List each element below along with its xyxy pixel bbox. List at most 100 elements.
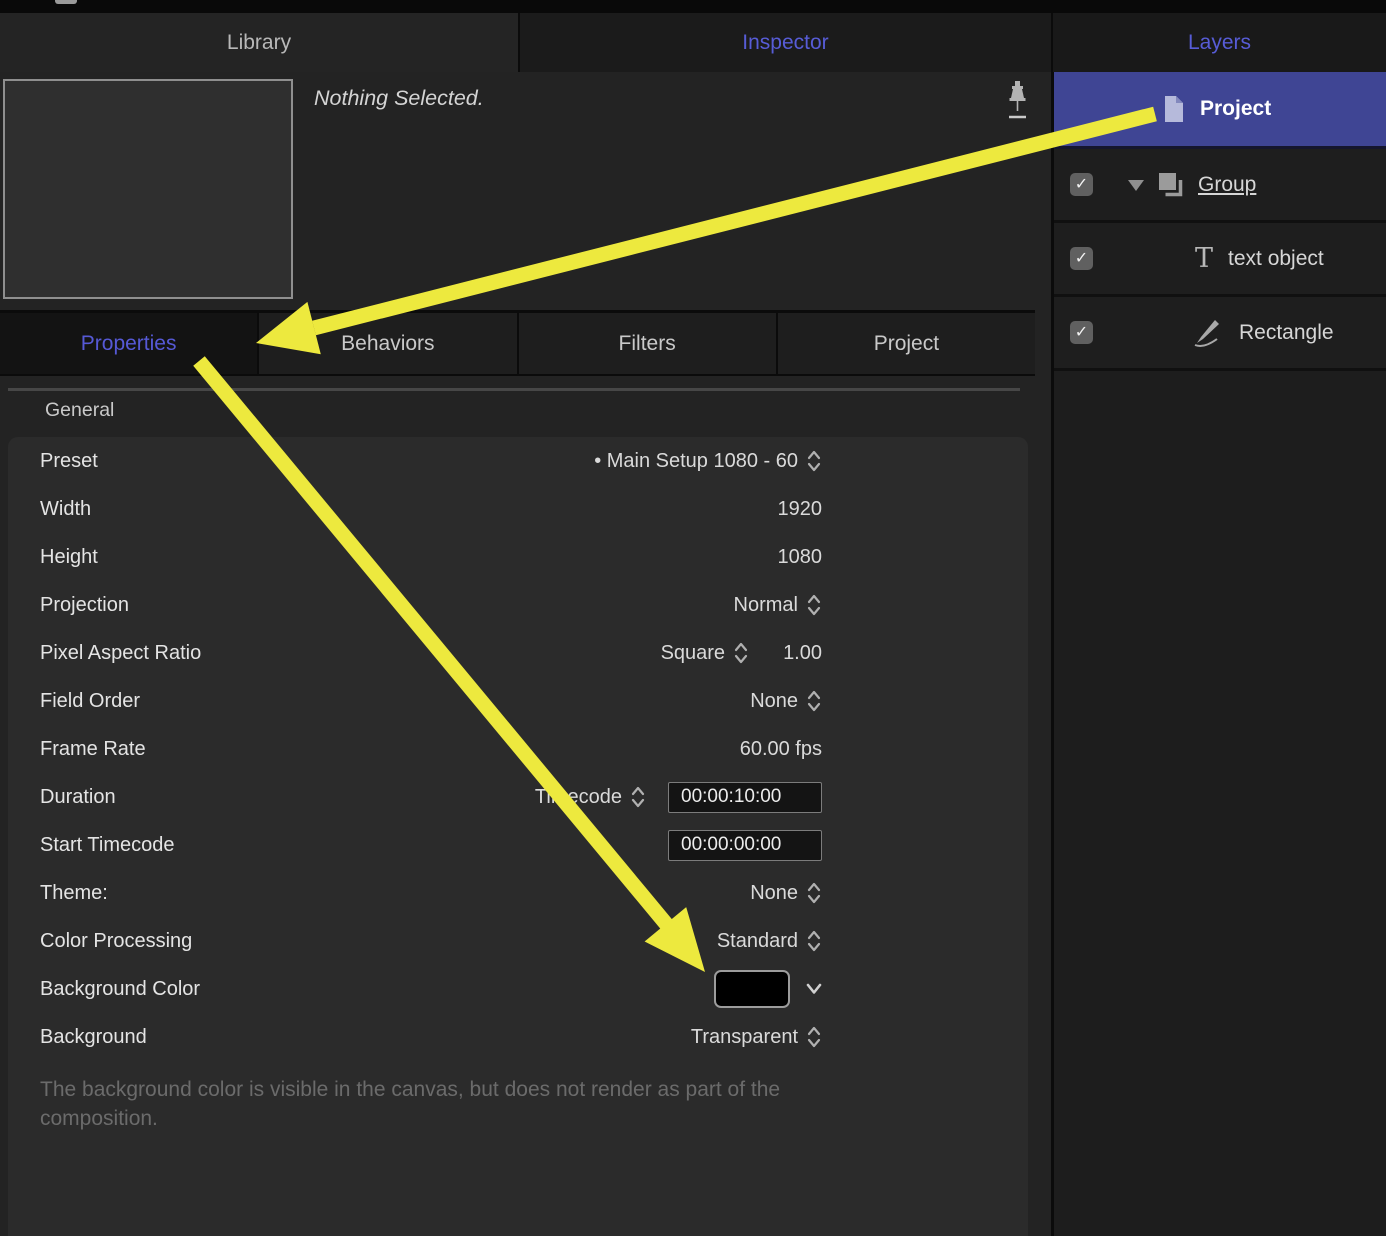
projection-label: Projection: [40, 593, 129, 616]
preset-label: Preset: [40, 449, 98, 472]
background-value: Transparent: [690, 1025, 798, 1048]
tab-project-label: Project: [873, 331, 940, 355]
start-timecode-row: Start Timecode: [8, 821, 1028, 869]
window-control-fragment: [55, 0, 77, 4]
section-divider: [8, 388, 1020, 391]
projection-value: Normal: [733, 593, 798, 616]
tab-layers-label: Layers: [1187, 30, 1252, 54]
layer-label-project: Project: [1200, 97, 1272, 120]
duration-mode-value: Timecode: [534, 785, 622, 808]
duration-timecode-field[interactable]: [668, 781, 822, 813]
layers-panel: Project Group T text object: [1054, 72, 1386, 1236]
duration-label: Duration: [40, 785, 116, 808]
stepper-icon: [806, 1024, 822, 1050]
color-disclosure-button[interactable]: [806, 983, 822, 995]
color-processing-value: Standard: [716, 929, 798, 952]
start-timecode-label: Start Timecode: [40, 833, 175, 856]
stepper-icon: [806, 688, 822, 714]
layer-label-rectangle: Rectangle: [1239, 320, 1334, 344]
tab-filters-label: Filters: [618, 331, 676, 355]
stepper-icon: [806, 592, 822, 618]
field-order-label: Field Order: [40, 689, 141, 712]
pixel-aspect-ratio-number: 1.00: [783, 641, 822, 664]
preset-popup[interactable]: • Main Setup 1080 - 60: [594, 448, 822, 474]
tab-layers[interactable]: Layers: [1053, 13, 1386, 72]
pixel-aspect-ratio-label: Pixel Aspect Ratio: [40, 641, 202, 664]
background-note: The background color is visible in the c…: [40, 1078, 781, 1130]
tab-inspector-label: Inspector: [742, 30, 829, 54]
pin-button[interactable]: [1000, 80, 1034, 128]
field-order-value: None: [750, 689, 798, 712]
stepper-icon: [630, 784, 646, 810]
pushpin-icon: [1009, 81, 1026, 119]
height-value: 1080: [777, 545, 823, 568]
rectangle-visibility-checkbox[interactable]: [1070, 321, 1093, 344]
tab-behaviors[interactable]: Behaviors: [259, 313, 517, 374]
field-order-popup[interactable]: None: [750, 688, 822, 714]
height-label: Height: [40, 545, 98, 568]
tab-library-label: Library: [226, 30, 292, 54]
color-processing-row: Color Processing Standard: [8, 917, 1028, 965]
tab-behaviors-label: Behaviors: [341, 331, 435, 355]
theme-popup[interactable]: None: [750, 880, 822, 906]
preview-thumbnail: [3, 79, 293, 299]
stepper-icon: [806, 928, 822, 954]
inspector-tab-bar: Properties Behaviors Filters Project: [0, 310, 1035, 376]
layer-row-group[interactable]: Group: [1054, 149, 1386, 223]
frame-rate-row: Frame Rate 60.00 fps: [8, 725, 1028, 773]
stepper-icon: [806, 880, 822, 906]
group-icon: [1158, 172, 1186, 198]
window-top-strip: [0, 0, 1386, 13]
inspector-panel: Nothing Selected. Properties Behaviors F…: [0, 72, 1051, 1236]
stepper-icon: [733, 640, 749, 666]
section-title: General: [45, 399, 115, 421]
layer-label-group: Group: [1198, 172, 1257, 196]
tab-project[interactable]: Project: [777, 313, 1035, 374]
layer-row-project[interactable]: Project: [1054, 72, 1386, 149]
tab-properties-label: Properties: [80, 331, 177, 355]
duration-mode-popup[interactable]: Timecode: [535, 784, 646, 810]
background-color-label: Background Color: [40, 977, 201, 1000]
layer-row-text-object[interactable]: T text object: [1054, 223, 1386, 297]
tab-inspector[interactable]: Inspector: [520, 13, 1051, 72]
height-row: Height 1080: [8, 533, 1028, 581]
projection-row: Projection Normal: [8, 581, 1028, 629]
background-color-swatch[interactable]: [714, 970, 790, 1008]
pixel-aspect-ratio-row: Pixel Aspect Ratio Square 1.00: [8, 629, 1028, 677]
tab-library[interactable]: Library: [0, 13, 518, 72]
duration-row: Duration Timecode: [8, 773, 1028, 821]
text-icon: T: [1195, 243, 1214, 274]
layer-label-text-object: text object: [1228, 246, 1324, 270]
layer-row-rectangle[interactable]: Rectangle: [1054, 297, 1386, 371]
motion-inspector-window: Library Inspector Layers Nothing Selecte…: [0, 0, 1386, 1236]
paintbrush-icon: [1191, 318, 1223, 348]
pixel-aspect-ratio-popup[interactable]: Square: [661, 640, 750, 666]
start-timecode-field[interactable]: [668, 829, 822, 861]
tab-filters[interactable]: Filters: [518, 313, 776, 374]
width-label: Width: [40, 497, 92, 520]
chevron-down-icon: [806, 983, 822, 994]
background-label: Background: [40, 1025, 147, 1048]
selection-status: Nothing Selected.: [314, 86, 484, 110]
width-row: Width 1920: [8, 485, 1028, 533]
theme-value: None: [750, 881, 798, 904]
frame-rate-value: 60.00 fps: [739, 737, 822, 760]
properties-list: Preset • Main Setup 1080 - 60 Width 1920…: [8, 437, 1028, 1236]
preset-value: • Main Setup 1080 - 60: [594, 449, 798, 472]
projection-popup[interactable]: Normal: [734, 592, 822, 618]
frame-rate-label: Frame Rate: [40, 737, 146, 760]
preset-row: Preset • Main Setup 1080 - 60: [8, 437, 1028, 485]
disclosure-triangle-icon[interactable]: [1126, 178, 1146, 192]
background-color-row: Background Color: [8, 965, 1028, 1013]
color-processing-label: Color Processing: [40, 929, 193, 952]
theme-label: Theme:: [40, 881, 108, 904]
background-row: Background Transparent: [8, 1013, 1028, 1061]
background-popup[interactable]: Transparent: [691, 1024, 822, 1050]
theme-row: Theme: None: [8, 869, 1028, 917]
tab-properties[interactable]: Properties: [0, 313, 258, 374]
text-object-visibility-checkbox[interactable]: [1070, 247, 1093, 270]
pixel-aspect-ratio-value: Square: [660, 641, 726, 664]
group-visibility-checkbox[interactable]: [1070, 173, 1093, 196]
stepper-icon: [806, 448, 822, 474]
color-processing-popup[interactable]: Standard: [717, 928, 822, 954]
